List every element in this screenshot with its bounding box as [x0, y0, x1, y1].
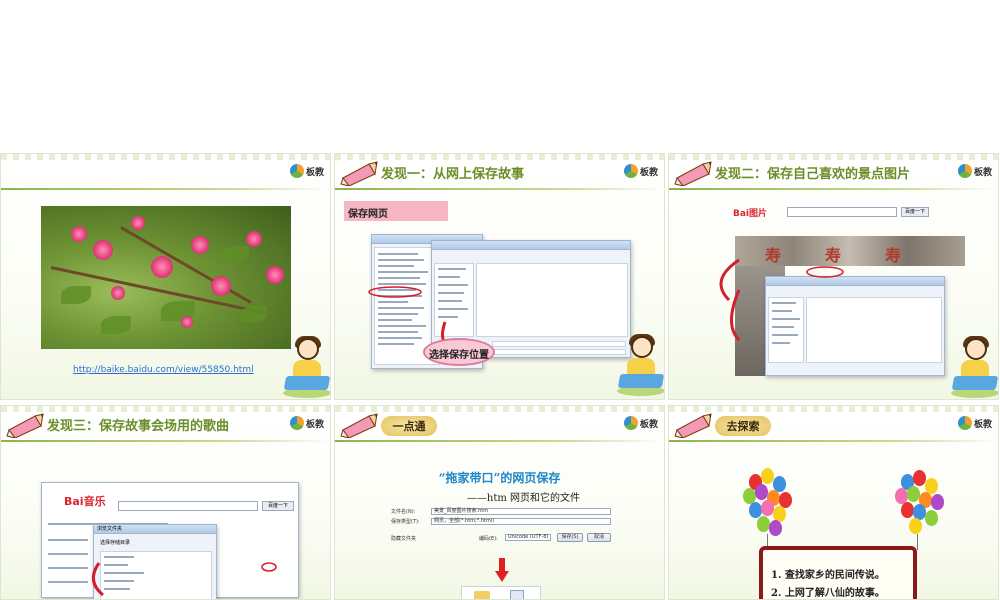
header-stripe	[1, 154, 330, 160]
section-title: “拖家带口”的网页保存	[438, 471, 561, 485]
save-button[interactable]: 保存(S)	[557, 533, 583, 542]
logo-text: 板教	[305, 419, 324, 430]
task-board: 1. 查找家乡的民间传说。 2. 上网了解八仙的故事。	[759, 546, 917, 599]
slide-title: 发现一：从网上保存故事	[381, 167, 525, 182]
logo-icon	[289, 164, 304, 178]
publisher-logo: 板教	[957, 416, 992, 430]
save-webpage-label: 保存网页	[344, 201, 448, 221]
task-item-2: 2. 上网了解八仙的故事。	[771, 588, 885, 599]
pencil-icon	[674, 413, 712, 438]
baike-link[interactable]: http://baike.baidu.com/view/55850.html	[73, 365, 254, 375]
music-search-button[interactable]: 百度一下	[262, 501, 294, 511]
publisher-logo: 板教	[957, 164, 992, 178]
reading-kid-illustration	[951, 336, 998, 398]
dialog-title: 浏览文件夹	[94, 525, 216, 534]
pencil-icon	[6, 413, 44, 438]
filename-label: 文件名(N):	[391, 509, 416, 515]
encoding-label: 编码(E):	[479, 536, 498, 542]
pencil-icon	[674, 161, 712, 186]
logo-icon	[623, 164, 638, 178]
publisher-logo: 板教	[623, 164, 658, 178]
publisher-logo: 板教	[623, 416, 658, 430]
down-arrow-icon	[495, 558, 509, 582]
header-line	[335, 188, 664, 190]
logo-text: 板教	[973, 167, 992, 178]
slide-5: 一点通 板教 “拖家带口”的网页保存 ——htm 网页和它的文件 文件名(N):…	[334, 405, 665, 600]
reading-kid-illustration	[283, 336, 330, 398]
logo-icon	[957, 416, 972, 430]
header-line	[1, 188, 330, 190]
header-stripe	[669, 154, 998, 160]
choose-location-callout: 选择保存位置	[423, 338, 495, 366]
header-line	[335, 440, 664, 442]
publisher-logo: 板教	[289, 416, 324, 430]
image-search-button[interactable]: 百度一下	[901, 207, 929, 217]
pencil-icon	[340, 413, 378, 438]
baidu-image-logo: Bai图片	[733, 209, 768, 219]
crabapple-blossom-photo	[41, 206, 291, 349]
baidu-music-logo: Bai音乐	[64, 495, 106, 508]
logo-text: 板教	[639, 167, 658, 178]
header-line	[669, 440, 998, 442]
logo-text: 板教	[973, 419, 992, 430]
section-subtitle: ——htm 网页和它的文件	[466, 493, 580, 504]
logo-icon	[623, 416, 638, 430]
logo-icon	[957, 164, 972, 178]
task-item-1: 1. 查找家乡的民间传说。	[771, 570, 885, 581]
dialog-label: 选择存储目录	[100, 540, 131, 546]
red-arrow-icon	[719, 258, 844, 342]
image-search-input[interactable]	[787, 207, 897, 217]
filename-field[interactable]: 美景_百度图片搜索.htm	[431, 508, 611, 515]
logo-icon	[289, 416, 304, 430]
slide-title: 发现二：保存自己喜欢的景点图片	[715, 167, 911, 182]
logo-text: 板教	[305, 167, 324, 178]
slide-3: 发现二：保存自己喜欢的景点图片 板教 Bai图片 百度一下 寿 寿 寿	[668, 153, 999, 400]
type-label: 保存类型(T):	[391, 519, 420, 525]
slide-title: 发现三：保存故事会场用的歌曲	[47, 419, 230, 434]
red-arrow-icon	[91, 562, 277, 597]
slide-2: 发现一：从网上保存故事 板教 保存网页 选择保存位置	[334, 153, 665, 400]
cancel-button[interactable]: 取消	[587, 533, 611, 542]
logo-text: 板教	[639, 419, 658, 430]
reading-kid-illustration	[617, 334, 664, 396]
slide-6: 去探索 板教 1. 查找家乡的民间传说。 2. 上网了解八仙的故事。	[668, 405, 999, 600]
header-line	[669, 188, 998, 190]
type-select[interactable]: 网页，全部(*.htm;*.html)	[431, 518, 611, 525]
header-stripe	[669, 406, 998, 412]
encoding-select[interactable]: Unicode (UTF-8)	[505, 534, 551, 541]
header-stripe	[335, 406, 664, 412]
tag-yidiantong: 一点通	[381, 416, 437, 436]
header-stripe	[1, 406, 330, 412]
hide-folders-toggle[interactable]: 隐藏文件夹	[391, 535, 416, 542]
music-search-input[interactable]	[118, 501, 258, 511]
slide-4: 发现三：保存故事会场用的歌曲 板教 Bai音乐 百度一下 浏览文件夹 选择存储目…	[0, 405, 331, 600]
publisher-logo: 板教	[289, 164, 324, 178]
header-line	[1, 440, 330, 442]
header-stripe	[335, 154, 664, 160]
slide-1: 板教 http://baike.baidu.com/view/55850.htm…	[0, 153, 331, 400]
save-form: 文件名(N): 美景_百度图片搜索.htm 保存类型(T): 网页，全部(*.h…	[391, 508, 611, 550]
pencil-icon	[340, 161, 378, 186]
file-icons-preview	[461, 586, 541, 599]
tag-qutansuo: 去探索	[715, 416, 771, 436]
